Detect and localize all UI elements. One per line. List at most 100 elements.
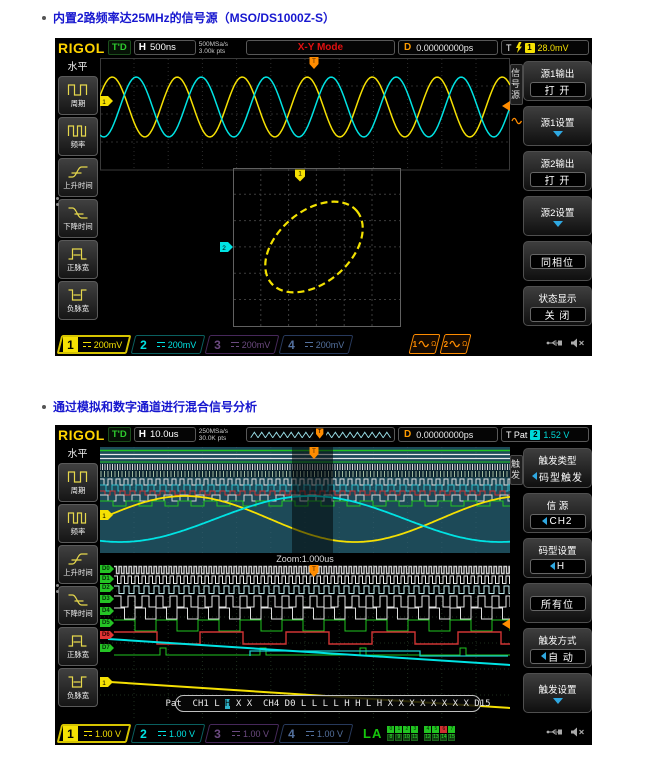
left-arrow-icon [541,652,546,660]
timebase-value: 500ns [150,42,176,53]
trigger-source-badge: 2 [530,430,540,440]
digital-bit-13: 13 [432,734,439,741]
channel-scale: 1.00 V [153,728,200,738]
svg-text:2: 2 [222,245,226,252]
svg-text:1: 1 [102,680,106,687]
menu-button-频率[interactable]: 频率 [58,504,98,543]
soft-button-源2设置[interactable]: 源2设置 [523,196,592,236]
digital-bit-12: 12 [424,734,431,741]
horizontal-timebase-button[interactable]: H10.0us [134,427,196,442]
trigger-label: T Pat [506,430,527,440]
page-indicator-dots [56,584,59,593]
coupling-icon [306,731,314,736]
channel-badge-1[interactable]: 11.00 V [57,724,132,743]
speaker-muted-icon[interactable] [570,724,585,742]
menu-button-正脉宽[interactable]: 正脉宽 [58,627,98,666]
source-1-indicator[interactable]: 1Ω [409,334,441,354]
soft-button-value: 所有位 [530,596,586,611]
soft-button-触发方式[interactable]: 触发方式自 动 [523,628,592,668]
soft-button-value: 打 开 [530,82,586,97]
channel-badge-2[interactable]: 21.00 V [131,724,206,743]
soft-button-所有位[interactable]: 所有位 [523,583,592,623]
menu-button-下降时间[interactable]: 下降时间 [58,199,98,238]
channel-badge-1[interactable]: 1 200mV [57,335,132,354]
delay-label: D [404,42,411,53]
coupling-icon [157,342,165,347]
period-wave-icon [67,83,89,97]
menu-button-上升时间[interactable]: 上升时间 [58,545,98,584]
soft-button-value-text: 同相位 [541,254,574,269]
scope-header: RIGOLT'DH10.0us250MSa/s30.0K ptsTD0.0000… [55,425,592,444]
channel-scale: 200mV [301,339,348,349]
soft-button-状态显示[interactable]: 状态显示关 闭 [523,286,592,326]
menu-button-正脉宽[interactable]: 正脉宽 [58,240,98,279]
delay-readout[interactable]: D0.00000000ps [398,40,498,55]
la-label: LA [363,726,382,741]
channel-number: 1 [63,337,78,352]
channel-badge-3[interactable]: 3200mV [205,335,280,354]
soft-button-触发类型[interactable]: 触发类型码型触发 [523,448,592,488]
soft-button-源1设置[interactable]: 源1设置 [523,106,592,146]
channel-scale-value: 200mV [94,339,123,349]
menu-button-周期[interactable]: 周期 [58,76,98,115]
soft-button-value-text: 打 开 [545,172,571,187]
bullet-dot [42,16,46,20]
channel-number: 2 [136,337,151,351]
source-2-indicator[interactable]: 2Ω [440,334,472,354]
right-menu-tab: 触发 [510,455,523,485]
trigger-level-value: 28.0mV [538,43,569,53]
menu-button-下降时间[interactable]: 下降时间 [58,586,98,625]
oscilloscope-screenshot-signal-source: RIGOLT'DH500ns500MSa/s3.00k ptsX-Y ModeD… [55,38,592,356]
soft-button-源2输出[interactable]: 源2输出打 开 [523,151,592,191]
trigger-readout[interactable]: T128.0mV [501,40,589,55]
digital-bit-14: 14 [440,734,447,741]
menu-button-上升时间[interactable]: 上升时间 [58,158,98,197]
menu-button-周期[interactable]: 周期 [58,463,98,502]
xy-mode-indicator: X-Y Mode [246,40,395,55]
soft-button-title: 触发类型 [538,453,576,467]
svg-text:1: 1 [102,513,106,520]
coupling-icon [84,731,92,736]
acquisition-info: 250MSa/s30.0K pts [199,428,243,442]
soft-button-同相位[interactable]: 同相位 [523,241,592,281]
digital-bit-7: 7 [448,726,455,733]
waveform-preview[interactable]: T [246,427,395,442]
channel-scale-value: 1.00 V [243,728,269,738]
waveform-display: T1Zoom:1.000usT1D0D1D2D3D4D5D6D7Pat CH1 … [100,444,510,721]
soft-button-信 源[interactable]: 信 源CH2 [523,493,592,533]
la-indicator[interactable]: LA0123456789101112131415 [363,726,455,741]
menu-button-label: 负脉宽 [66,303,88,313]
soft-button-码型设置[interactable]: 码型设置H [523,538,592,578]
down-arrow-icon [553,131,563,137]
soft-button-value-text: 打 开 [545,82,571,97]
channel-number: 3 [210,726,225,740]
horizontal-timebase-button[interactable]: H500ns [134,40,196,55]
menu-button-label: 正脉宽 [66,262,88,272]
soft-button-title: 触发设置 [538,682,576,696]
positive-pulse-width-icon [67,634,89,648]
menu-button-label: 周期 [70,485,85,495]
speaker-muted-icon[interactable] [570,335,585,353]
channel-scale-value: 200mV [316,339,345,349]
trigger-readout[interactable]: T Pat21.52 V [501,427,589,442]
svg-text:T: T [312,567,316,573]
channel-badge-4[interactable]: 4200mV [279,335,354,354]
soft-button-value: 同相位 [530,254,586,269]
digital-bit-3: 3 [411,726,418,733]
soft-button-触发设置[interactable]: 触发设置 [523,673,592,713]
delay-readout[interactable]: D0.00000000ps [398,427,498,442]
zoom-scale-label: Zoom:1.000us [100,553,510,565]
menu-button-频率[interactable]: 频率 [58,117,98,156]
soft-button-源1输出[interactable]: 源1输出打 开 [523,61,592,101]
channel-scale: 200mV [80,339,125,349]
channel-badge-2[interactable]: 2200mV [131,335,206,354]
usb-icon [546,335,563,353]
soft-button-value: 码型触发 [532,469,583,484]
digital-bit-5: 5 [432,726,439,733]
channel-badge-3[interactable]: 3 1.00 V [205,724,280,743]
channel-badge-4[interactable]: 41.00 V [279,724,354,743]
menu-button-负脉宽[interactable]: 负脉宽 [58,281,98,320]
digital-bit-6: 6 [440,726,447,733]
digital-bit-1: 1 [395,726,402,733]
menu-button-负脉宽[interactable]: 负脉宽 [58,668,98,707]
